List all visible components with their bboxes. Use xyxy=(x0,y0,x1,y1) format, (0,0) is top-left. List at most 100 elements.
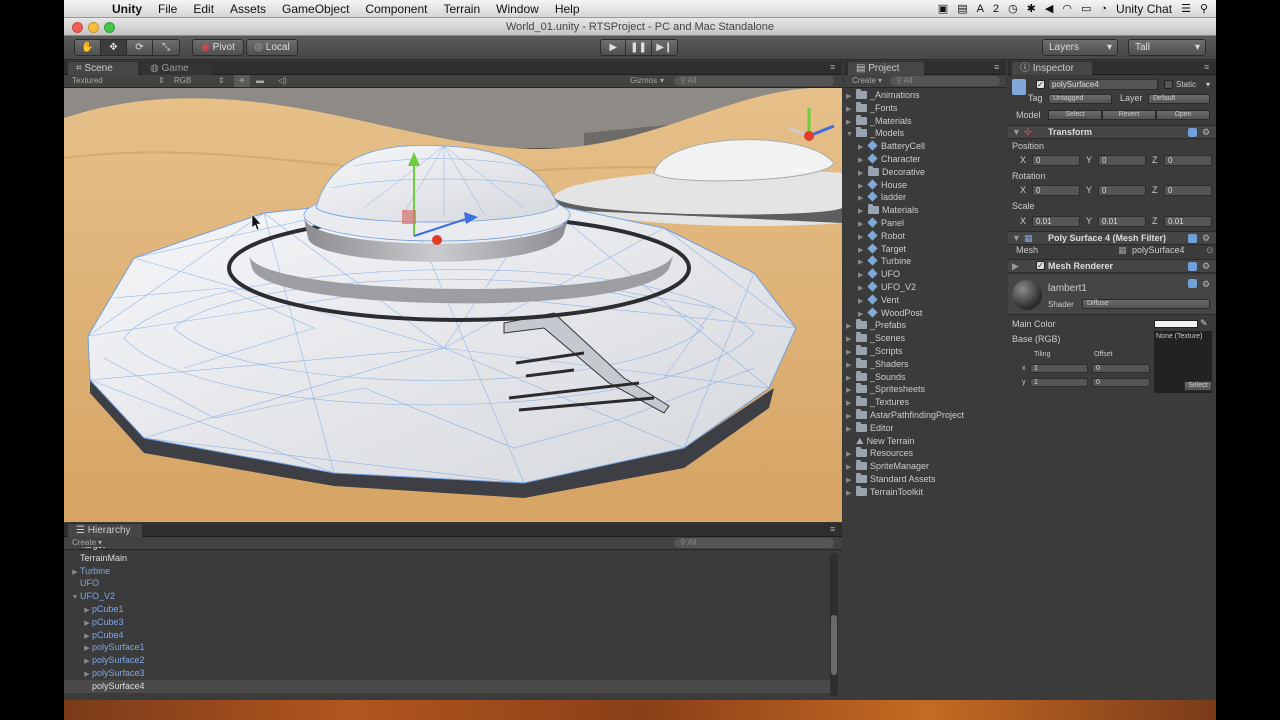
project-item[interactable]: ▶ SpriteManager xyxy=(844,460,1006,473)
tab-scene[interactable]: ⌗ Scene xyxy=(68,62,138,75)
play-icon[interactable]: ▶ xyxy=(601,40,627,55)
project-item[interactable]: ▶ Vent xyxy=(844,294,1006,307)
hierarchy-row[interactable]: ▶ pCube1 xyxy=(64,603,832,616)
panel-menu-icon[interactable]: ≡ xyxy=(830,63,838,72)
project-item[interactable]: ▶ UFO_V2 xyxy=(844,281,1006,294)
project-item[interactable]: ▶ _Textures xyxy=(844,396,1006,409)
menu-terrain[interactable]: Terrain xyxy=(435,2,488,16)
project-item[interactable]: ▶ _Materials xyxy=(844,114,1006,128)
scale-tool-icon[interactable]: ⤡ xyxy=(153,40,179,55)
material-help-icon[interactable] xyxy=(1188,279,1197,288)
mesh-picker-icon[interactable]: ⊙ xyxy=(1206,245,1214,256)
mesh-renderer-foldout-icon[interactable]: ▶ xyxy=(1012,260,1019,272)
menu-assets[interactable]: Assets xyxy=(222,2,274,16)
hierarchy-row[interactable]: TerrainMain xyxy=(64,552,832,565)
transform-settings-icon[interactable]: ⚙ xyxy=(1202,126,1210,138)
static-dropdown-arrow[interactable]: ▾ xyxy=(1206,80,1210,89)
tag-dropdown[interactable]: Untagged xyxy=(1048,94,1112,104)
clipboard-icon[interactable]: ▤ xyxy=(957,2,967,15)
window-close-button[interactable] xyxy=(72,22,83,33)
texture-slot[interactable]: None (Texture) Select xyxy=(1154,331,1212,393)
project-item[interactable]: ▶ ladder xyxy=(844,191,1006,204)
model-select-button[interactable]: Select xyxy=(1048,110,1102,120)
tab-game[interactable]: ◍ Game xyxy=(142,62,212,75)
project-item[interactable]: ▶ Robot xyxy=(844,230,1006,243)
tab-project[interactable]: ▤ Project xyxy=(848,62,924,75)
mesh-filter-foldout-icon[interactable]: ▼ xyxy=(1012,232,1021,244)
project-item[interactable]: ▶ _Prefabs xyxy=(844,319,1006,332)
project-item[interactable]: ▶ _Scenes xyxy=(844,332,1006,345)
menu-window[interactable]: Window xyxy=(488,2,547,16)
offset-x-field[interactable]: 0 xyxy=(1092,364,1150,373)
position-z-field[interactable]: 0 xyxy=(1164,155,1212,166)
rotation-y-field[interactable]: 0 xyxy=(1098,185,1146,196)
project-create-arrow[interactable]: ▾ xyxy=(878,75,882,87)
hierarchy-row[interactable]: ▶ polySurface2 xyxy=(64,654,832,667)
move-tool-icon[interactable]: ✥ xyxy=(101,40,127,55)
spotlight-search-icon[interactable]: ⚲ xyxy=(1200,2,1208,15)
texture-select-button[interactable]: Select xyxy=(1184,381,1212,391)
layers-dropdown[interactable]: Layers xyxy=(1042,39,1118,56)
rotate-tool-icon[interactable]: ⟳ xyxy=(127,40,153,55)
mesh-renderer-help-icon[interactable] xyxy=(1188,262,1197,271)
hierarchy-row[interactable]: ▶ pCube3 xyxy=(64,616,832,629)
tab-hierarchy[interactable]: ☰ Hierarchy xyxy=(68,524,142,537)
scale-z-field[interactable]: 0.01 xyxy=(1164,216,1212,227)
project-item[interactable]: ▶ _Spritesheets xyxy=(844,383,1006,396)
hierarchy-menu-icon[interactable]: ≡ xyxy=(830,525,838,534)
menu-edit[interactable]: Edit xyxy=(185,2,222,16)
project-item[interactable]: ▶ Panel xyxy=(844,217,1006,230)
tab-inspector[interactable]: ⓘ Inspector xyxy=(1012,62,1092,75)
local-toggle[interactable]: ◎ Local xyxy=(246,39,298,56)
rotation-z-field[interactable]: 0 xyxy=(1164,185,1212,196)
time-machine-icon[interactable]: ◷ xyxy=(1008,2,1018,15)
step-icon[interactable]: ▶❙ xyxy=(652,40,677,55)
model-open-button[interactable]: Open xyxy=(1156,110,1210,120)
project-item[interactable]: ▶ UFO xyxy=(844,268,1006,281)
position-y-field[interactable]: 0 xyxy=(1098,155,1146,166)
foldout-arrow-icon[interactable]: ▶ xyxy=(846,487,856,500)
project-item[interactable]: ▶ _Fonts xyxy=(844,101,1006,115)
project-item[interactable]: ▶ _Animations xyxy=(844,89,1006,102)
eyedropper-icon[interactable]: ✎ xyxy=(1200,318,1208,329)
render-dropdown-arrow[interactable]: ⇕ xyxy=(218,75,225,87)
mesh-filter-header[interactable]: ▼ ▦ Poly Surface 4 (Mesh Filter) ⚙ xyxy=(1008,231,1216,245)
render-mode-dropdown[interactable]: RGB xyxy=(174,75,191,87)
lighting-toggle-icon[interactable]: ☀ xyxy=(234,75,250,87)
hierarchy-scroll-thumb[interactable] xyxy=(831,615,837,675)
scene-viewport[interactable]: Persp xyxy=(64,88,842,522)
project-item[interactable]: ▶ BatteryCell xyxy=(844,140,1006,153)
scene-search-field[interactable]: ⚲ All xyxy=(674,76,834,86)
layout-dropdown[interactable]: Tall xyxy=(1128,39,1206,56)
mesh-filter-help-icon[interactable] xyxy=(1188,234,1197,243)
volume-icon[interactable]: ◀ xyxy=(1045,2,1053,15)
scale-x-field[interactable]: 0.01 xyxy=(1032,216,1080,227)
bluetooth-icon[interactable]: ✱ xyxy=(1027,2,1036,15)
transform-help-icon[interactable] xyxy=(1188,128,1197,137)
gizmos-dropdown-arrow[interactable]: ▾ xyxy=(660,75,664,87)
shading-dropdown-arrow[interactable]: ⇕ xyxy=(158,75,165,87)
clock-icon[interactable]: ◔ xyxy=(1100,3,1107,15)
transform-header[interactable]: ▼ ✣ Transform ⚙ xyxy=(1008,125,1216,139)
wifi-icon[interactable]: ◠ xyxy=(1062,2,1072,15)
project-item[interactable]: ▶ Resources xyxy=(844,447,1006,460)
menu-file[interactable]: File xyxy=(150,2,185,16)
rotation-x-field[interactable]: 0 xyxy=(1032,185,1080,196)
project-item[interactable]: ▶ _Scripts xyxy=(844,345,1006,358)
mesh-value-field[interactable]: polySurface4 xyxy=(1132,245,1185,255)
hierarchy-row[interactable]: ▶ polySurface1 xyxy=(64,641,832,654)
camera-icon[interactable]: ▣ xyxy=(938,2,948,15)
adobe-icon[interactable]: A xyxy=(977,3,984,15)
tiling-x-field[interactable]: 1 xyxy=(1030,364,1088,373)
project-search-field[interactable]: ⚲ All xyxy=(890,76,1000,86)
audio-toggle-icon[interactable]: ◁) xyxy=(278,75,287,87)
hand-tool-icon[interactable]: ✋ xyxy=(75,40,101,55)
hierarchy-scrollbar[interactable] xyxy=(830,553,838,697)
layer-dropdown[interactable]: Default xyxy=(1148,94,1210,104)
mesh-renderer-settings-icon[interactable]: ⚙ xyxy=(1202,260,1210,272)
project-item[interactable]: ▶ Materials xyxy=(844,204,1006,217)
menu-app[interactable]: Unity xyxy=(104,2,150,16)
offset-y-field[interactable]: 0 xyxy=(1092,378,1150,387)
skybox-toggle-icon[interactable]: ▬ xyxy=(256,75,264,87)
menubar-app-name[interactable]: Unity Chat xyxy=(1116,2,1172,16)
